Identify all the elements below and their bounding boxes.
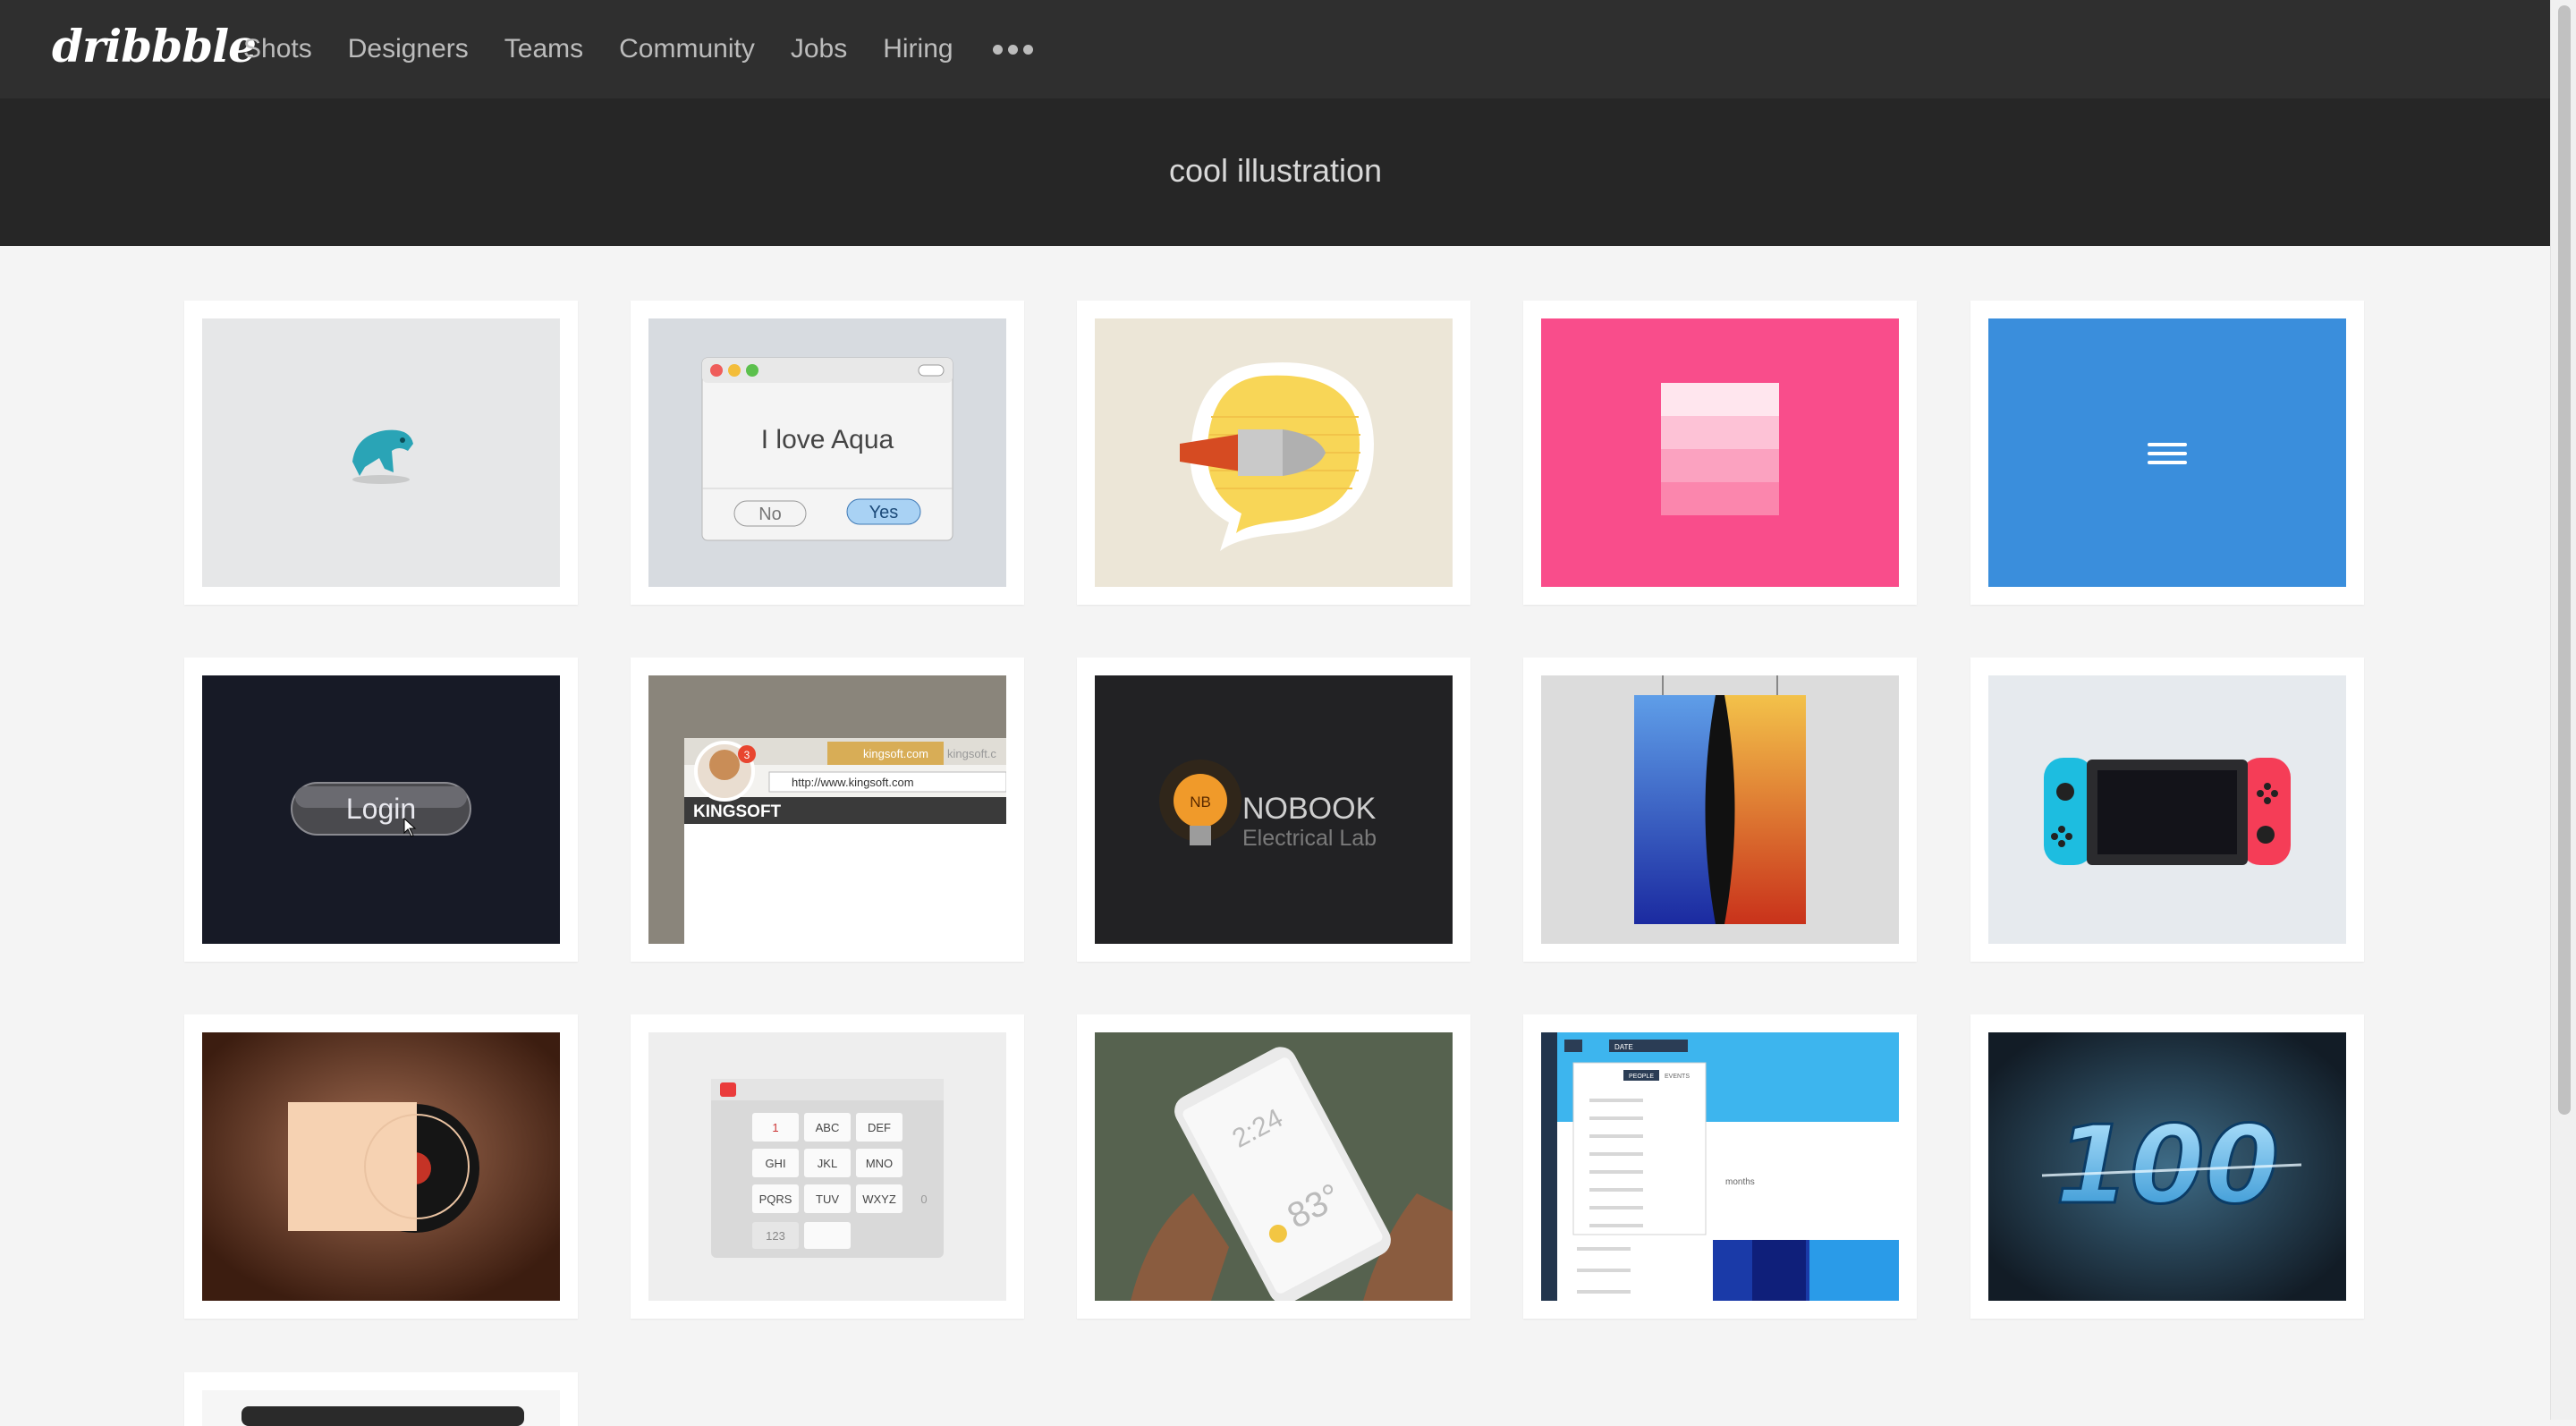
phone-keypad-shot[interactable]: 1 ABC DEF GHI JKL MNO PQRS TUV WXYZ 123 …	[648, 1032, 1006, 1301]
keypad-key-ghi: GHI	[765, 1157, 785, 1170]
ellipsis-icon[interactable]	[992, 44, 1033, 55]
dashboard-tab-events: EVENTS	[1665, 1074, 1690, 1080]
page-scrollbar[interactable]	[2550, 0, 2576, 1420]
switch-console-shot[interactable]	[1988, 675, 2346, 944]
kingsoft-browser-shot[interactable]: kingsoft.com kingsoft.c http://www.kings…	[648, 675, 1006, 944]
aqua-dialog-shot[interactable]: I love Aqua No Yes	[648, 318, 1006, 587]
shot-card[interactable]: NB NOBOOK Electrical Lab	[1077, 658, 1470, 962]
kingsoft-tab2-label: kingsoft.c	[947, 747, 996, 760]
nav-item-hiring[interactable]: Hiring	[883, 34, 953, 64]
kingsoft-badge: 3	[744, 749, 750, 761]
nav-item-designers[interactable]: Designers	[348, 34, 469, 64]
weather-phone-shot[interactable]: 2:24 83°	[1095, 1032, 1453, 1301]
nobook-title: NOBOOK	[1242, 792, 1377, 826]
shot-card[interactable]: DATE PEOPLE EVENTS months	[1523, 1014, 1917, 1319]
keypad-key-pqrs: PQRS	[759, 1193, 792, 1206]
nobook-bulb-shot[interactable]: NB NOBOOK Electrical Lab	[1095, 675, 1453, 944]
keypad-key-jkl: JKL	[818, 1157, 837, 1170]
top-nav: dribbble Shots Designers Teams Community…	[0, 0, 2551, 99]
shot-card[interactable]	[1077, 301, 1470, 605]
shot-card[interactable]: 100	[1970, 1014, 2364, 1319]
gradient-poster-shot[interactable]	[1541, 675, 1899, 944]
blue-menu-icon-shot[interactable]	[1988, 318, 2346, 587]
shot-card[interactable]	[184, 301, 578, 605]
pink-swatch-shot[interactable]	[1541, 318, 1899, 587]
vinyl-record-shot[interactable]	[202, 1032, 560, 1301]
analytics-dashboard-shot[interactable]: DATE PEOPLE EVENTS months	[1541, 1032, 1899, 1301]
nobook-bulb-label: NB	[1190, 794, 1211, 811]
shot-card[interactable]	[1523, 658, 1917, 962]
shot-card[interactable]	[1970, 301, 2364, 605]
keypad-key-wxyz: WXYZ	[862, 1193, 896, 1206]
login-button-shot[interactable]: Login	[202, 675, 560, 944]
shot-card[interactable]	[184, 1372, 578, 1426]
aqua-yes-button: Yes	[869, 503, 899, 522]
keypad-key-123: 123	[766, 1229, 785, 1243]
keypad-key-0: 0	[920, 1193, 927, 1206]
keypad-key-tuv: TUV	[816, 1193, 839, 1206]
shot-card[interactable]: Login	[184, 658, 578, 962]
search-term: cool illustration	[1168, 152, 1383, 189]
teal-bird-shot[interactable]	[202, 318, 560, 587]
shot-card[interactable]	[184, 1014, 578, 1319]
nav-item-teams[interactable]: Teams	[504, 34, 583, 64]
nav-item-shots[interactable]: Shots	[243, 34, 312, 64]
scroll-thumb[interactable]	[2558, 5, 2571, 1115]
dashboard-date-label: DATE	[1614, 1043, 1633, 1051]
partial-shot[interactable]	[202, 1390, 560, 1426]
keypad-key-1: 1	[772, 1121, 778, 1134]
keypad-key-abc: ABC	[816, 1121, 840, 1134]
shot-card[interactable]: 2:24 83°	[1077, 1014, 1470, 1319]
dribbble-logo[interactable]: dribbble	[52, 20, 257, 72]
shot-card[interactable]: 1 ABC DEF GHI JKL MNO PQRS TUV WXYZ 123 …	[631, 1014, 1024, 1319]
nobook-subtitle: Electrical Lab	[1242, 826, 1377, 851]
nav-item-jobs[interactable]: Jobs	[791, 34, 847, 64]
aqua-no-button: No	[758, 505, 782, 524]
nav-menu: Shots Designers Teams Community Jobs Hir…	[243, 0, 1033, 98]
100-3d-text-shot[interactable]: 100	[1988, 1032, 2346, 1301]
kingsoft-tab-label: kingsoft.com	[863, 747, 928, 760]
aqua-dialog-text: I love Aqua	[761, 425, 894, 454]
nav-item-community[interactable]: Community	[619, 34, 755, 64]
shot-card[interactable]	[1970, 658, 2364, 962]
bullet-speech-bubble-shot[interactable]	[1095, 318, 1453, 587]
dashboard-months: months	[1725, 1177, 1755, 1187]
keypad-key-mno: MNO	[866, 1157, 893, 1170]
kingsoft-url: http://www.kingsoft.com	[792, 776, 914, 789]
keypad-key-def: DEF	[868, 1121, 891, 1134]
shot-card[interactable]: kingsoft.com kingsoft.c http://www.kings…	[631, 658, 1024, 962]
dashboard-tab-people: PEOPLE	[1629, 1074, 1654, 1080]
shot-card[interactable]: I love Aqua No Yes	[631, 301, 1024, 605]
shot-card[interactable]	[1523, 301, 1917, 605]
kingsoft-brand: KINGSOFT	[693, 802, 782, 821]
search-header: cool illustration	[0, 98, 2551, 246]
